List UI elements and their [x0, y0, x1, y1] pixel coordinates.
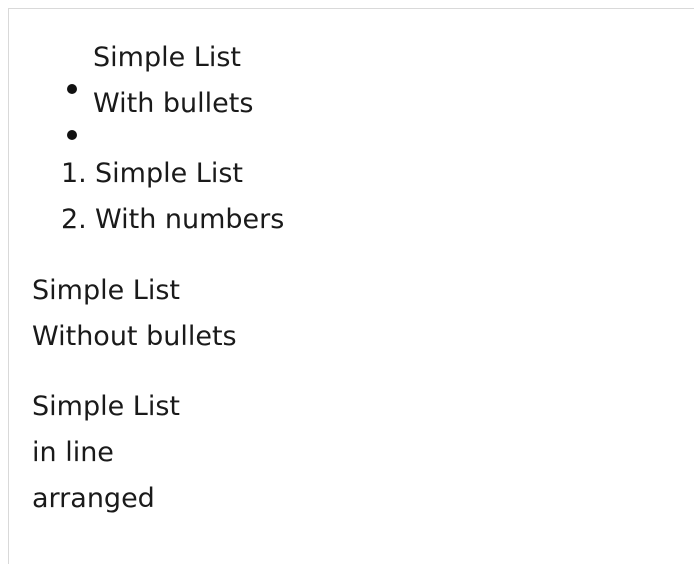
list-item: Simple List: [59, 35, 253, 94]
list-item: in line: [32, 437, 114, 468]
content-area: Simple List With bullets 1. Simple List 2…: [9, 9, 694, 564]
list-item-text: With bullets: [93, 88, 254, 119]
list-item-text: With numbers: [95, 204, 285, 235]
bulleted-list: Simple List With bullets: [59, 35, 254, 140]
bullet-icon: [67, 130, 77, 140]
number-marker: 1.: [61, 158, 87, 189]
list-item: Without bullets: [32, 321, 237, 352]
unstyled-list: Simple List Without bullets: [32, 268, 237, 360]
list-item: With bullets: [59, 81, 254, 140]
list-item-text: Simple List: [93, 42, 241, 73]
list-item: Simple List: [32, 275, 180, 306]
inline-list: Simple List in line arranged: [32, 384, 180, 522]
bullet-icon: [67, 84, 77, 94]
list-item: 2. With numbers: [61, 197, 284, 243]
list-item-text: Simple List: [95, 158, 243, 189]
list-item: Simple List: [32, 391, 180, 422]
list-demo-panel: Simple List With bullets 1. Simple List 2…: [8, 8, 694, 564]
number-marker: 2.: [61, 204, 87, 235]
numbered-list: 1. Simple List 2. With numbers: [61, 151, 284, 243]
list-item: arranged: [32, 483, 155, 514]
list-item: 1. Simple List: [61, 151, 284, 197]
